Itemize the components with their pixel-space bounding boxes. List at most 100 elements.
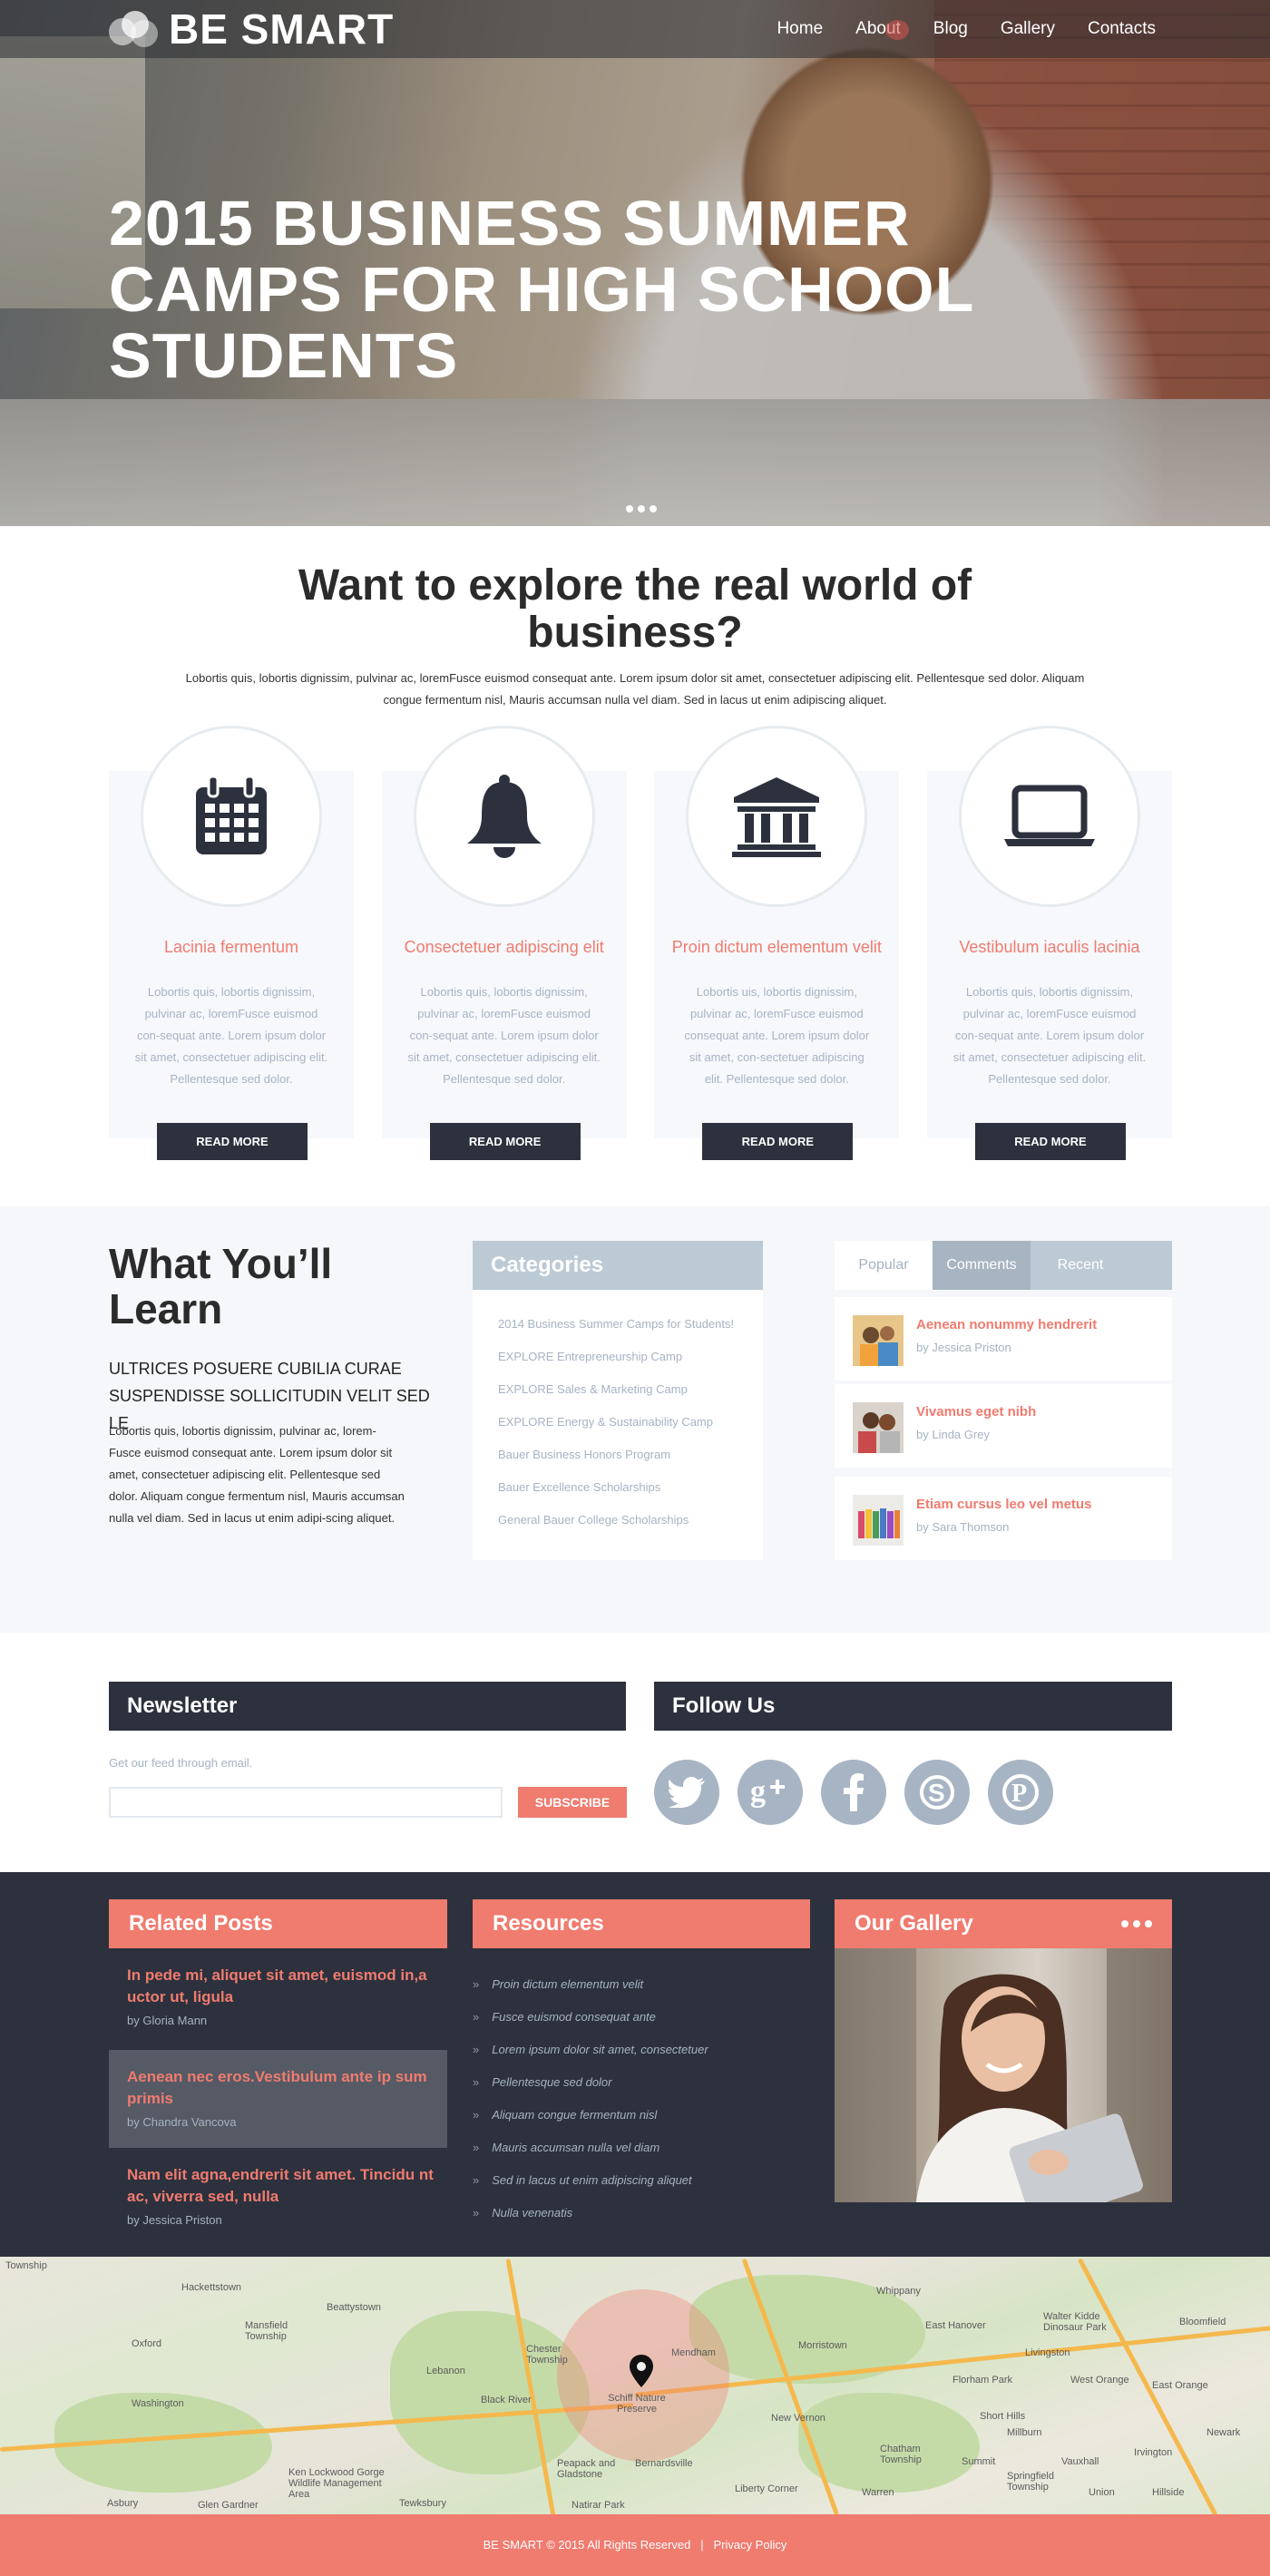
map-label: Natirar Park xyxy=(572,2500,625,2511)
category-link[interactable]: Bauer Business Honors Program xyxy=(498,1439,763,1471)
feature-icon-circle xyxy=(686,726,868,907)
privacy-policy-link[interactable]: Privacy Policy xyxy=(713,2538,786,2552)
map-label: Asbury xyxy=(107,2498,139,2509)
post-thumbnail xyxy=(853,1402,904,1453)
resources-title: Resources xyxy=(473,1899,810,1948)
popular-post[interactable]: Etiam cursus leo vel metus by Sara Thoms… xyxy=(835,1477,1172,1560)
map-label: Peapack and Gladstone xyxy=(557,2458,616,2480)
facebook-icon[interactable] xyxy=(821,1760,886,1825)
nav-about[interactable]: About xyxy=(839,0,917,58)
read-more-button[interactable]: READ MORE xyxy=(974,1123,1126,1160)
category-link[interactable]: 2014 Business Summer Camps for Students! xyxy=(498,1308,763,1341)
map-label: Glen Gardner xyxy=(198,2500,259,2511)
map-label: Mansfield Township xyxy=(245,2320,288,2342)
feature-title[interactable]: Lacinia fermentum xyxy=(109,938,354,957)
nav-contacts[interactable]: Contacts xyxy=(1071,0,1172,58)
newsletter-title: Newsletter xyxy=(109,1682,626,1731)
skype-icon[interactable]: S xyxy=(904,1760,970,1825)
tab-recent[interactable]: Recent xyxy=(1031,1241,1130,1290)
location-map[interactable]: Township Mansfield Township Beattystown … xyxy=(0,2257,1270,2514)
map-label: Ken Lockwood Gorge Wildlife Management A… xyxy=(288,2467,385,2500)
learn-title: What You’ll Learn xyxy=(109,1240,333,1332)
map-label: Black River xyxy=(481,2395,532,2405)
related-posts-title: Related Posts xyxy=(109,1899,447,1948)
site-logo[interactable]: BE SMART xyxy=(109,5,395,53)
hero-banner: BE SMART Home About Blog Gallery Contact… xyxy=(0,0,1270,526)
related-post[interactable]: Nam elit agna,endrerit sit amet. Tincidu… xyxy=(109,2164,447,2248)
related-post-title[interactable]: Nam elit agna,endrerit sit amet. Tincidu… xyxy=(127,2164,447,2208)
category-link[interactable]: Bauer Excellence Scholarships xyxy=(498,1471,763,1504)
post-title[interactable]: Vivamus eget nibh xyxy=(916,1404,1036,1420)
categories-title: Categories xyxy=(473,1241,763,1290)
laptop-icon xyxy=(1003,785,1095,846)
gallery-photo-woman xyxy=(835,1948,1172,2202)
feature-icon-circle xyxy=(413,726,595,907)
category-link[interactable]: EXPLORE Energy & Sustainability Camp xyxy=(498,1406,763,1439)
subscribe-button[interactable]: SUBSCRIBE xyxy=(518,1787,627,1818)
related-post[interactable]: In pede mi, aliquet sit amet, euismod in… xyxy=(109,1963,447,2046)
popular-post[interactable]: Vivamus eget nibh by Linda Grey xyxy=(835,1384,1172,1468)
category-link[interactable]: EXPLORE Entrepreneurship Camp xyxy=(498,1341,763,1373)
feature-card: Lacinia fermentum Lobortis quis, loborti… xyxy=(109,726,354,1160)
gallery-image[interactable] xyxy=(835,1948,1172,2202)
categories-list: 2014 Business Summer Camps for Students!… xyxy=(473,1290,763,1537)
feature-title[interactable]: Vestibulum iaculis lacinia xyxy=(927,938,1172,957)
slider-pagination[interactable] xyxy=(626,505,657,512)
follow-us-title: Follow Us xyxy=(654,1682,1172,1731)
map-label: Newark xyxy=(1206,2427,1241,2438)
slider-dot[interactable] xyxy=(626,505,633,512)
nav-home[interactable]: Home xyxy=(760,0,839,58)
resource-link[interactable]: Mauris accumsan nulla vel diam xyxy=(473,2132,708,2164)
map-label: Vauxhall xyxy=(1061,2456,1099,2467)
feature-title[interactable]: Proin dictum elementum velit xyxy=(654,938,899,957)
map-label: Washington xyxy=(132,2398,184,2409)
bank-icon xyxy=(732,777,822,857)
tab-comments[interactable]: Comments xyxy=(933,1241,1031,1290)
read-more-button[interactable]: READ MORE xyxy=(157,1123,308,1160)
slider-dot[interactable] xyxy=(650,505,657,512)
map-label: Whippany xyxy=(876,2286,921,2297)
feature-icon-circle xyxy=(958,726,1140,907)
resource-link[interactable]: Aliquam congue fermentum nisl xyxy=(473,2099,708,2132)
slider-dot[interactable] xyxy=(638,505,645,512)
map-label: Florham Park xyxy=(952,2375,1013,2386)
map-pin-icon[interactable] xyxy=(630,2355,653,2387)
gallery-more-icon[interactable] xyxy=(1121,1899,1152,1948)
feature-text: Lobortis quis, lobortis dignissim, pulvi… xyxy=(134,985,328,1086)
feature-card: Consectetuer adipiscing elit Lobortis qu… xyxy=(381,726,627,1160)
resource-link[interactable]: Lorem ipsum dolor sit amet, consectetuer xyxy=(473,2034,708,2066)
map-label: Bernardsville xyxy=(635,2458,693,2469)
feature-title[interactable]: Consectetuer adipiscing elit xyxy=(382,938,627,957)
category-link[interactable]: General Bauer College Scholarships xyxy=(498,1504,763,1537)
read-more-button[interactable]: READ MORE xyxy=(429,1123,581,1160)
read-more-button[interactable]: READ MORE xyxy=(702,1123,854,1160)
explore-text: Lobortis quis, lobortis dignissim, pulvi… xyxy=(185,671,1085,707)
resource-link[interactable]: Fusce euismod consequat ante xyxy=(473,2001,708,2034)
resource-link[interactable]: Sed in lacus ut enim adipiscing aliquet xyxy=(473,2164,708,2197)
map-label: Morristown xyxy=(798,2340,847,2351)
category-link[interactable]: EXPLORE Sales & Marketing Camp xyxy=(498,1373,763,1406)
popular-post[interactable]: Aenean nonummy hendrerit by Jessica Pris… xyxy=(835,1297,1172,1381)
newsletter-email-input[interactable] xyxy=(109,1787,503,1818)
logo-text: BE SMART xyxy=(169,5,395,53)
newsletter-note: Get our feed through email. xyxy=(109,1756,253,1770)
twitter-icon[interactable] xyxy=(654,1760,719,1825)
map-label: New Vernon xyxy=(771,2413,826,2424)
related-post-author: by Gloria Mann xyxy=(127,2014,208,2027)
tab-popular[interactable]: Popular xyxy=(835,1241,933,1290)
google-plus-icon[interactable]: g xyxy=(738,1760,803,1825)
post-title[interactable]: Aenean nonummy hendrerit xyxy=(916,1317,1097,1332)
post-author: by Jessica Priston xyxy=(916,1341,1011,1354)
nav-gallery[interactable]: Gallery xyxy=(984,0,1071,58)
post-title[interactable]: Etiam cursus leo vel metus xyxy=(916,1497,1091,1512)
map-label: Short Hills xyxy=(980,2411,1026,2422)
pinterest-icon[interactable]: P xyxy=(988,1760,1053,1825)
nav-blog[interactable]: Blog xyxy=(917,0,984,58)
svg-text:S: S xyxy=(928,1779,945,1807)
related-post[interactable]: Aenean nec eros.Vestibulum ante ip sum p… xyxy=(109,2050,447,2148)
related-post-title[interactable]: Aenean nec eros.Vestibulum ante ip sum p… xyxy=(127,2066,447,2110)
resource-link[interactable]: Nulla venenatis xyxy=(473,2197,708,2230)
related-post-title[interactable]: In pede mi, aliquet sit amet, euismod in… xyxy=(127,1965,447,2008)
resource-link[interactable]: Pellentesque sed dolor xyxy=(473,2066,708,2099)
resource-link[interactable]: Proin dictum elementum velit xyxy=(473,1968,708,2001)
